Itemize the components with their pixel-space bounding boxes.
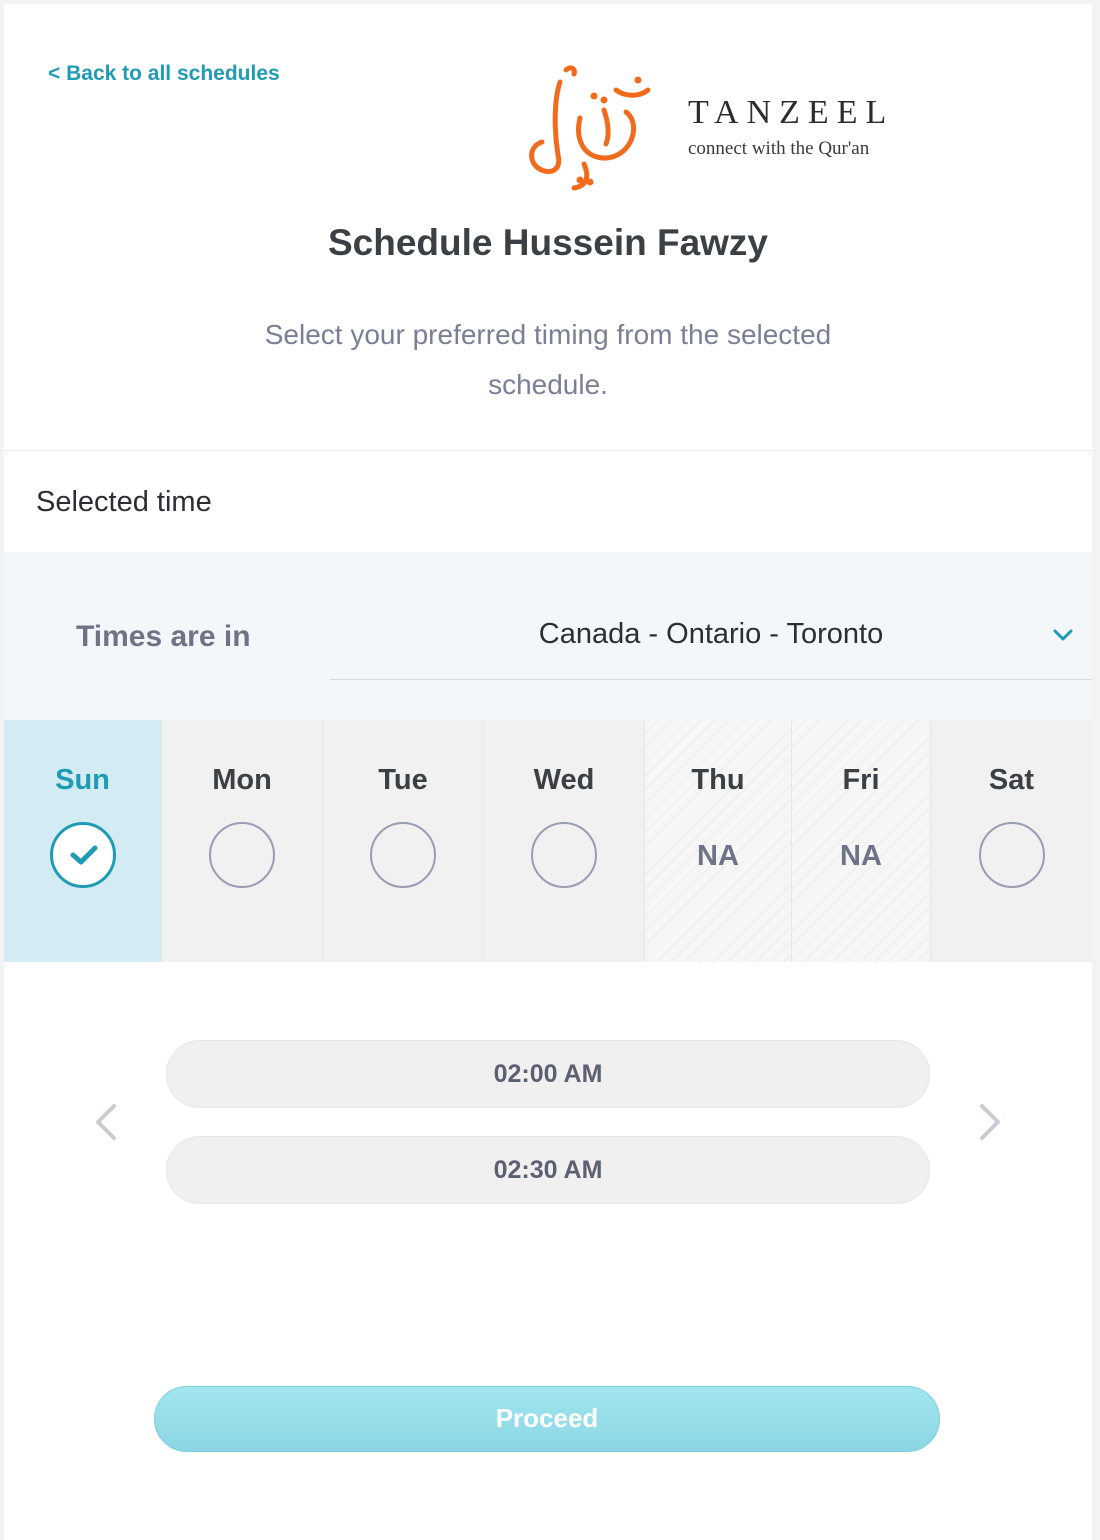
tanzeel-calligraphy-logo (529, 65, 651, 191)
day-checkbox[interactable] (209, 822, 275, 888)
day-mon[interactable]: Mon (162, 720, 323, 962)
day-checkbox-checked[interactable] (49, 822, 116, 888)
day-label: Sun (55, 764, 110, 796)
day-sat[interactable]: Sat (931, 720, 1092, 962)
day-checkbox[interactable] (531, 822, 597, 888)
day-thu: Thu NA (645, 720, 792, 962)
chevron-right-icon[interactable] (976, 1102, 1004, 1142)
logo-wordmark: TANZEEL (688, 94, 895, 131)
back-to-schedules-link[interactable]: < Back to all schedules (48, 62, 280, 86)
day-sun[interactable]: Sun (4, 720, 162, 962)
day-checkbox[interactable] (370, 822, 436, 888)
day-label: Wed (533, 764, 595, 796)
chevron-down-icon (1053, 629, 1073, 641)
proceed-button[interactable]: Proceed (154, 1386, 940, 1452)
timezone-section: Times are in Canada - Ontario - Toronto (4, 552, 1092, 720)
page-subtitle: Select your preferred timing from the se… (264, 319, 832, 400)
selected-time-heading: Selected time (36, 486, 212, 518)
day-checkbox[interactable] (978, 822, 1045, 888)
checkmark-icon (70, 845, 97, 865)
day-selector: Sun Mon Tue Wed Thu NA Fri NA Sat (4, 720, 1092, 962)
timezone-value: Canada - Ontario - Toronto (538, 618, 884, 650)
day-tue[interactable]: Tue (323, 720, 484, 962)
day-label: Mon (212, 764, 272, 796)
timezone-select[interactable]: Canada - Ontario - Toronto (330, 588, 1092, 680)
chevron-left-icon[interactable] (92, 1102, 120, 1142)
schedule-card: < Back to all schedules TANZEEL connect … (4, 4, 1092, 1540)
day-fri: Fri NA (792, 720, 931, 962)
day-label: Fri (842, 764, 880, 796)
tanzeel-logo: TANZEEL connect with the Qur'an (520, 60, 920, 200)
day-wed[interactable]: Wed (484, 720, 645, 962)
day-unavailable-status: NA (697, 840, 739, 872)
day-label: Sat (988, 764, 1035, 796)
time-slot-button[interactable]: 02:30 AM (166, 1136, 930, 1204)
timezone-label: Times are in (76, 620, 251, 653)
logo-tagline: connect with the Qur'an (688, 138, 870, 159)
day-label: Tue (378, 764, 428, 796)
day-label: Thu (691, 764, 745, 796)
page-title: Schedule Hussein Fawzy (327, 222, 769, 263)
time-slot-button[interactable]: 02:00 AM (166, 1040, 930, 1108)
section-divider (4, 450, 1092, 451)
day-unavailable-status: NA (840, 840, 882, 872)
